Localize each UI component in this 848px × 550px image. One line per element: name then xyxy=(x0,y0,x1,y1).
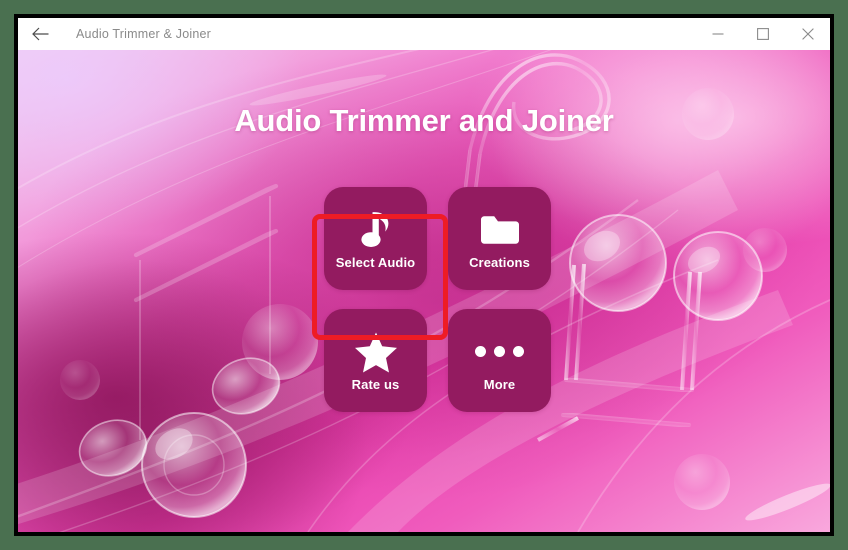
ellipsis-icon xyxy=(475,330,524,374)
minimize-button[interactable] xyxy=(695,18,740,50)
title-bar: Audio Trimmer & Joiner xyxy=(18,18,830,50)
tile-creations[interactable]: Creations xyxy=(448,187,551,290)
tile-row: Rate us More xyxy=(324,309,556,412)
maximize-button[interactable] xyxy=(740,18,785,50)
tile-label: Select Audio xyxy=(335,254,416,270)
tile-label: More xyxy=(483,376,516,392)
app-content-area: Audio Trimmer and Joiner Select Audio Cr… xyxy=(18,50,830,532)
back-arrow-icon xyxy=(31,27,49,41)
folder-icon xyxy=(479,208,521,252)
ellipsis-dot xyxy=(513,346,524,357)
tile-more[interactable]: More xyxy=(448,309,551,412)
music-note-icon xyxy=(359,208,393,252)
tile-label: Creations xyxy=(469,254,530,270)
tile-row: Select Audio Creations xyxy=(324,187,556,290)
ellipsis-dot xyxy=(475,346,486,357)
close-button[interactable] xyxy=(785,18,830,50)
minimize-icon xyxy=(712,28,724,40)
tile-grid: Select Audio Creations Rate us More xyxy=(324,187,556,431)
application-window: Audio Trimmer & Joiner Audio Trimmer and… xyxy=(14,14,834,536)
tile-label: Rate us xyxy=(351,376,400,392)
window-controls xyxy=(695,18,830,50)
page-title: Audio Trimmer and Joiner xyxy=(234,103,614,138)
window-title: Audio Trimmer & Joiner xyxy=(76,27,211,41)
back-button[interactable] xyxy=(18,18,62,50)
ellipsis-dot xyxy=(494,346,505,357)
maximize-icon xyxy=(756,28,769,40)
close-icon xyxy=(801,28,814,40)
star-icon xyxy=(354,330,398,374)
tile-rate-us[interactable]: Rate us xyxy=(324,309,427,412)
tile-select-audio[interactable]: Select Audio xyxy=(324,187,427,290)
